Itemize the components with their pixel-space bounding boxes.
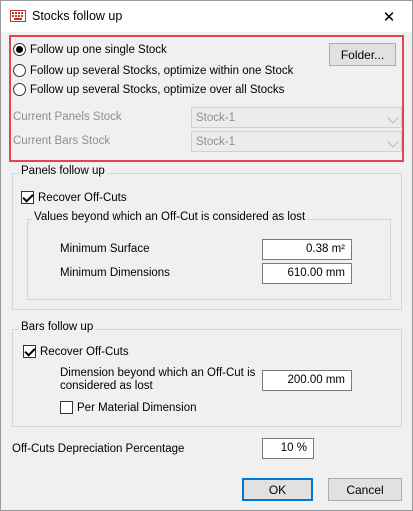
depreciation-field[interactable]: 10 % [262,438,314,459]
title-bar: Stocks follow up ✕ [1,1,412,32]
bars-recover-offcuts[interactable]: Recover Off-Cuts [23,345,129,358]
radio-several-within-one[interactable]: Follow up several Stocks, optimize withi… [13,64,293,77]
radio-indicator[interactable] [13,43,26,56]
dimension-label-line1: Dimension beyond which an Off-Cut is [60,367,256,379]
checkbox[interactable] [60,401,73,414]
keyboard-icon [10,10,26,22]
radio-single-stock[interactable]: Follow up one single Stock [13,43,167,56]
panels-follow-up-title: Panels follow up [19,165,107,177]
radio-single-stock-label: Follow up one single Stock [30,43,167,56]
close-button[interactable]: ✕ [366,1,412,32]
chevron-down-icon [387,136,399,148]
minimum-dimensions-label: Minimum Dimensions [60,267,170,279]
radio-indicator[interactable] [13,64,26,77]
minimum-surface-label: Minimum Surface [60,243,150,255]
radio-several-over-all[interactable]: Follow up several Stocks, optimize over … [13,83,284,96]
panels-recover-offcuts-label: Recover Off-Cuts [38,191,127,204]
dimension-field[interactable]: 200.00 mm [262,370,352,391]
checkbox[interactable] [21,191,34,204]
per-material-dimension-label: Per Material Dimension [77,401,197,414]
offcut-values-title: Values beyond which an Off-Cut is consid… [32,211,308,223]
current-panels-stock-select[interactable]: Stock-1 [191,107,402,128]
per-material-dimension[interactable]: Per Material Dimension [60,401,197,414]
bars-follow-up-title: Bars follow up [19,321,96,333]
radio-indicator[interactable] [13,83,26,96]
current-bars-stock-label: Current Bars Stock [13,135,111,147]
bars-recover-offcuts-label: Recover Off-Cuts [40,345,129,358]
depreciation-label: Off-Cuts Depreciation Percentage [12,443,185,455]
cancel-button[interactable]: Cancel [328,478,402,501]
dimension-label-line2: considered as lost [60,380,153,392]
current-panels-stock-label: Current Panels Stock [13,111,122,123]
folder-button[interactable]: Folder... [329,43,396,66]
panels-recover-offcuts[interactable]: Recover Off-Cuts [21,191,127,204]
close-icon: ✕ [382,8,396,26]
radio-several-within-one-label: Follow up several Stocks, optimize withi… [30,64,294,77]
current-panels-stock-value: Stock-1 [196,111,235,124]
radio-several-over-all-label: Follow up several Stocks, optimize over … [30,83,285,96]
ok-button[interactable]: OK [242,478,313,501]
minimum-dimensions-field[interactable]: 610.00 mm [262,263,352,284]
chevron-down-icon [387,112,399,124]
minimum-surface-field[interactable]: 0.38 m² [262,239,352,260]
checkbox[interactable] [23,345,36,358]
current-bars-stock-value: Stock-1 [196,135,235,148]
stocks-follow-up-dialog: Stocks follow up ✕ Follow up one single … [0,0,413,511]
window-title: Stocks follow up [32,9,123,23]
current-bars-stock-select[interactable]: Stock-1 [191,131,402,152]
